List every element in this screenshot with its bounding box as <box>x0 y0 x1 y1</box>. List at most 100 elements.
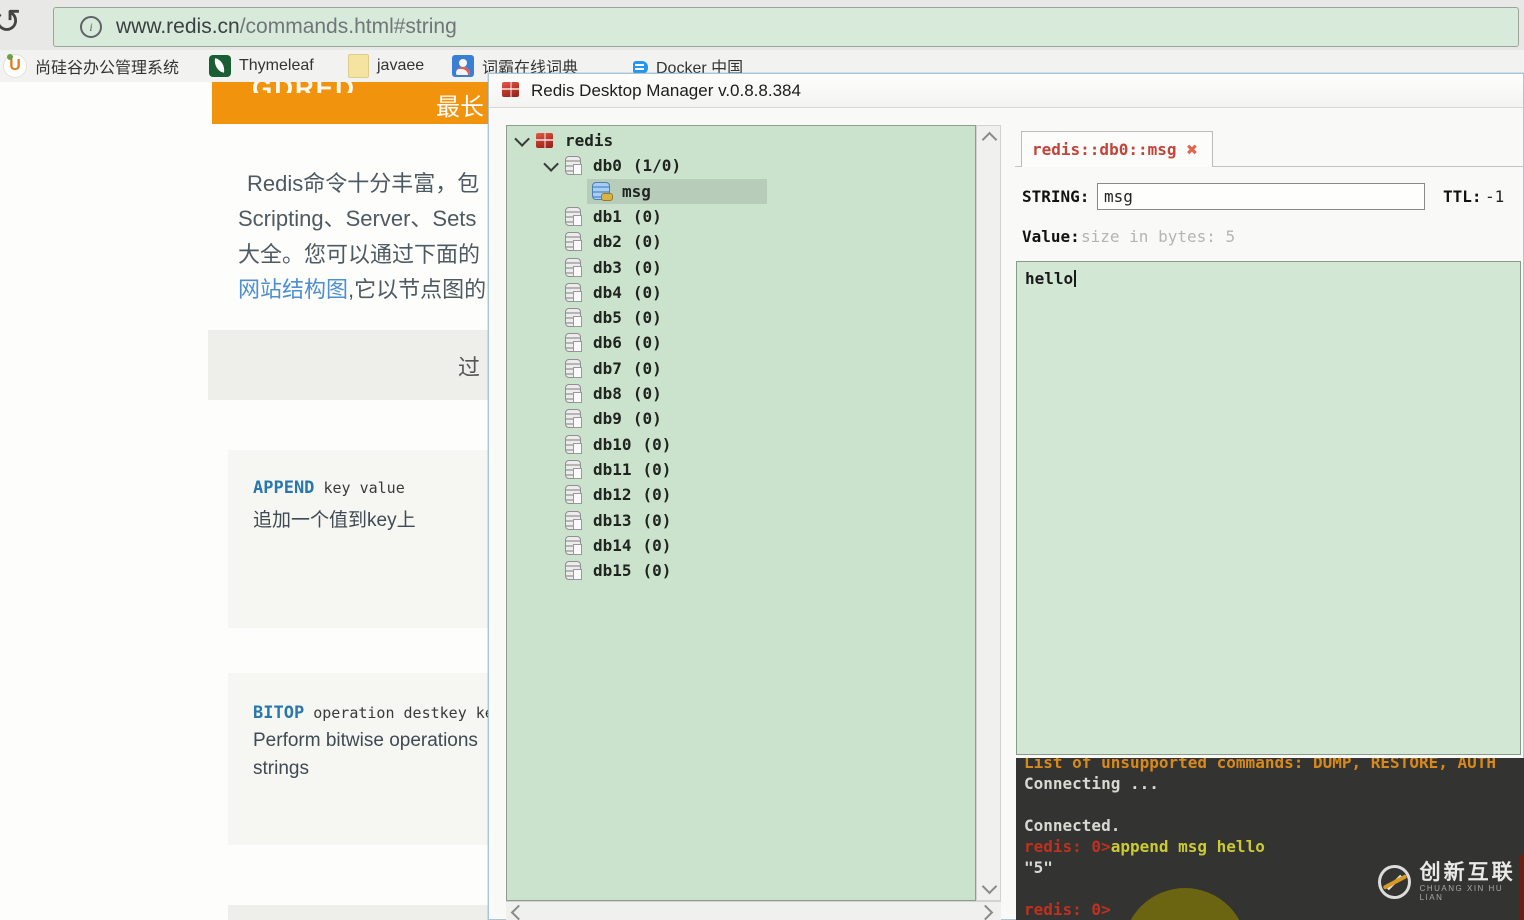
tree-node-label: db12 <box>593 485 632 504</box>
sitemap-link[interactable]: 网站结构图 <box>238 277 348 302</box>
tree-node-msg[interactable]: msg <box>587 179 767 204</box>
bookmark-javaee[interactable]: javaee <box>348 50 424 82</box>
key-type-label: STRING: <box>1022 187 1089 206</box>
tree-node-label: db15 <box>593 561 632 580</box>
tree-node-db5[interactable]: db5(0) <box>539 305 662 330</box>
console-line: List of unsupported commands: DUMP, REST… <box>1024 758 1496 773</box>
browser-toolbar: ↻ i www.redis.cn/commands.html#string <box>0 0 1524 51</box>
tree-node-db3[interactable]: db3(0) <box>539 255 662 280</box>
bookmark-label: 尚硅谷办公管理系统 <box>35 54 179 78</box>
tree-node-count: (0) <box>633 283 662 302</box>
tree-node-label: db8 <box>593 384 622 403</box>
rdm-window: Redis Desktop Manager v.0.8.8.384 redisd… <box>488 73 1524 920</box>
tree-node-count: (0) <box>633 333 662 352</box>
address-bar[interactable]: i www.redis.cn/commands.html#string <box>53 7 1519 47</box>
tree-node-count: (0) <box>633 384 662 403</box>
tree-vertical-scrollbar[interactable] <box>976 125 1001 901</box>
banner-logo-clipped: GDRED <box>252 82 362 93</box>
filter-box: 过 <box>208 330 492 400</box>
tree-node-db15[interactable]: db15 (0) <box>539 558 671 583</box>
command-name-link[interactable]: APPEND <box>253 478 314 498</box>
tree-node-db9[interactable]: db9(0) <box>539 406 662 431</box>
tree-node-db1[interactable]: db1(0) <box>539 204 662 229</box>
ttl-label: TTL: <box>1443 187 1482 206</box>
ttl-value: -1 <box>1485 187 1504 206</box>
database-icon <box>565 232 581 251</box>
scroll-up-icon[interactable] <box>982 132 998 148</box>
scroll-down-icon[interactable] <box>982 879 998 895</box>
tree-node-db6[interactable]: db6(0) <box>539 330 662 355</box>
tree-node-count: (0) <box>633 258 662 277</box>
rdm-titlebar[interactable]: Redis Desktop Manager v.0.8.8.384 <box>489 74 1523 108</box>
console-line: redis: 0> <box>1024 899 1111 920</box>
value-size-hint: size in bytes: 5 <box>1081 227 1235 246</box>
console-line: Connected. <box>1024 815 1120 836</box>
tree-node-db13[interactable]: db13(0) <box>539 508 671 533</box>
tree-node-db12[interactable]: db12(0) <box>539 482 671 507</box>
page-paragraph-line: Scripting、Server、Sets <box>238 201 476 233</box>
command-args: operation destkey key <box>304 704 503 722</box>
database-icon <box>565 409 581 428</box>
redis-console[interactable]: List of unsupported commands: DUMP, REST… <box>1016 758 1524 920</box>
tab-close-icon[interactable]: ✖ <box>1187 139 1198 161</box>
dictionary-favicon-icon <box>452 55 474 77</box>
tree-node-db10[interactable]: db10(0) <box>539 432 671 457</box>
command-signature: BITOP operation destkey key <box>253 703 503 723</box>
database-icon <box>565 536 581 555</box>
page-info-icon[interactable]: i <box>80 16 102 38</box>
reload-icon[interactable]: ↻ <box>0 2 22 42</box>
redis-cube-icon <box>536 133 553 148</box>
tree-node-db7[interactable]: db7(0) <box>539 356 662 381</box>
console-line: redis: 0>append msg hello <box>1024 836 1265 857</box>
bookmark-shangguigu[interactable]: U 尚硅谷办公管理系统 <box>3 50 179 82</box>
database-icon <box>565 156 581 175</box>
console-text-segment: Connected. <box>1024 816 1120 835</box>
watermark-circle <box>1123 888 1247 920</box>
scroll-left-icon[interactable] <box>511 905 527 920</box>
key-name-input[interactable] <box>1097 183 1425 210</box>
console-text-segment: redis: 0> <box>1024 837 1111 856</box>
db-tree: redisdb0(1/0)msgdb1(0)db2(0)db3(0) db4 (0)… <box>506 125 976 901</box>
chevron-down-icon <box>514 131 530 147</box>
database-icon <box>565 511 581 530</box>
tree-node-db2[interactable]: db2(0) <box>539 229 662 254</box>
database-icon <box>565 308 581 327</box>
tree-horizontal-scrollbar[interactable] <box>506 901 1001 920</box>
value-text: hello <box>1025 269 1073 288</box>
tree-node-db8[interactable]: db8 (0) <box>539 381 662 406</box>
site-banner: GDRED 最长 <box>212 82 492 124</box>
console-line: "5" <box>1024 857 1053 878</box>
tree-node-db14[interactable]: db14 (0) <box>539 533 671 558</box>
chuangxin-logo-icon <box>1378 865 1411 899</box>
scroll-right-icon[interactable] <box>978 905 994 920</box>
expand-chevron[interactable] <box>539 156 565 175</box>
page-paragraph-line: 网站结构图,它以节点图的 <box>238 272 486 304</box>
bookmark-thymeleaf[interactable]: Thymeleaf <box>209 50 314 82</box>
tree-node-db11[interactable]: db11(0) <box>539 457 671 482</box>
tree-node-db4[interactable]: db4 (0) <box>539 280 662 305</box>
tree-node-label: db4 <box>593 283 622 302</box>
database-icon <box>565 283 581 302</box>
tree-node-redis[interactable]: redis <box>510 128 613 153</box>
tree-node-label: db14 <box>593 536 632 555</box>
url-domain: www.redis.cn <box>116 15 240 38</box>
console-line: Connecting ... <box>1024 773 1159 794</box>
database-icon <box>565 460 581 479</box>
command-name-link[interactable]: BITOP <box>253 703 304 723</box>
watermark-logo: 创新互联 CHUANG XIN HU LIAN <box>1378 862 1524 902</box>
tab-redis-db0-msg[interactable]: redis::db0::msg ✖ <box>1021 131 1213 167</box>
database-icon <box>565 485 581 504</box>
value-editor[interactable]: hello <box>1016 261 1521 755</box>
tree-node-count: (0) <box>633 232 662 251</box>
bookmark-label: javaee <box>377 57 424 75</box>
tree-node-count: (0) <box>643 561 672 580</box>
tree-node-count: (0) <box>643 536 672 555</box>
tree-node-label: db9 <box>593 409 622 428</box>
console-text-segment: "5" <box>1024 858 1053 877</box>
expand-chevron[interactable] <box>510 131 536 150</box>
tree-node-db0[interactable]: db0(1/0) <box>539 153 681 178</box>
command-card-bitop: BITOP operation destkey key Perform bitw… <box>228 673 492 845</box>
console-text-segment: List of unsupported commands: DUMP, REST… <box>1024 758 1496 772</box>
shangguigu-favicon-icon: U <box>3 54 27 78</box>
screen: ↻ i www.redis.cn/commands.html#string U … <box>0 0 1524 920</box>
